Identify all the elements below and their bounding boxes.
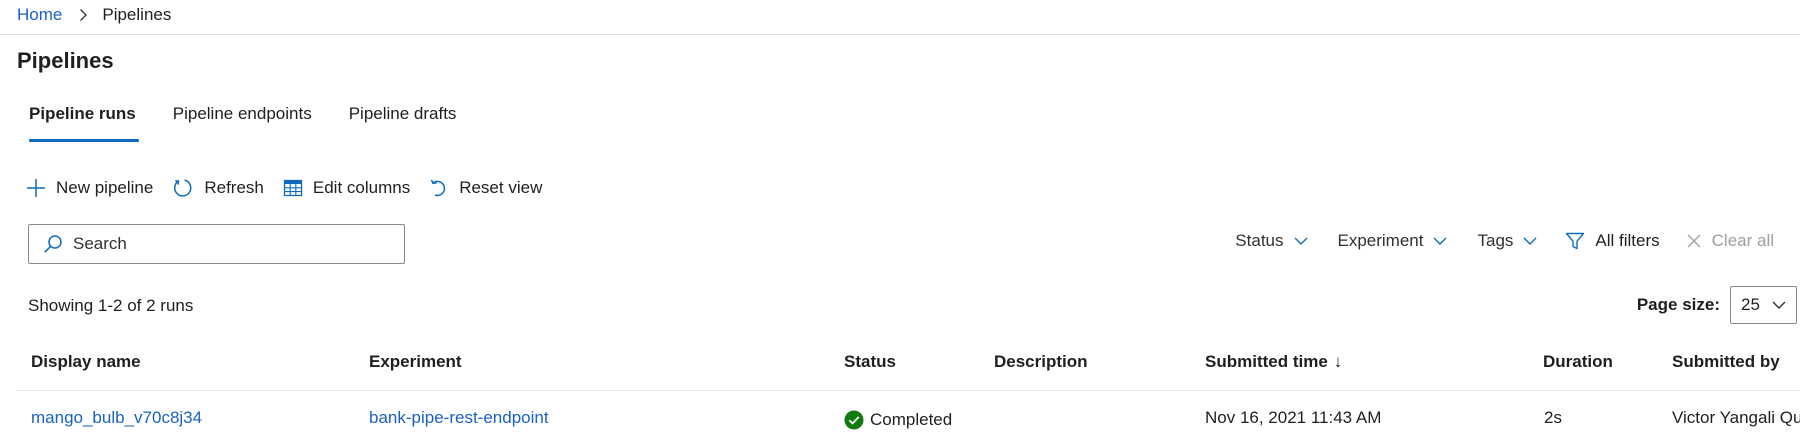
refresh-icon — [174, 179, 192, 197]
run-status-label: Completed — [870, 410, 953, 429]
success-check-icon — [844, 410, 864, 430]
edit-columns-button[interactable]: Edit columns — [283, 174, 410, 202]
column-header-submitted-by[interactable]: Submitted by — [1672, 352, 1780, 372]
search-input[interactable] — [73, 234, 373, 254]
chevron-down-icon — [1523, 237, 1537, 245]
page-size-label: Page size: — [1636, 295, 1720, 314]
status-filter-label: Status — [1235, 231, 1284, 250]
tab-pipeline-runs[interactable]: Pipeline runs — [29, 104, 139, 144]
undo-icon — [431, 179, 446, 197]
sort-descending-icon: ↓ — [1333, 352, 1343, 371]
run-submitted-time: Nov 16, 2021 11:43 AM — [1205, 408, 1382, 427]
new-pipeline-button[interactable]: New pipeline — [26, 174, 153, 202]
clear-all-button[interactable]: Clear all — [1686, 231, 1774, 251]
refresh-label: Refresh — [204, 178, 264, 197]
column-header-submitted-time[interactable]: Submitted time ↓ — [1205, 352, 1342, 372]
reset-view-button[interactable]: Reset view — [429, 174, 542, 202]
tab-pipeline-drafts[interactable]: Pipeline drafts — [349, 104, 457, 144]
tab-list: Pipeline runs Pipeline endpoints Pipelin… — [29, 104, 493, 144]
command-bar: New pipeline Refresh Edit columns Reset … — [26, 174, 561, 202]
experiment-filter-dropdown[interactable]: Experiment — [1338, 231, 1448, 251]
page-size-control: Page size: 25 — [1637, 286, 1797, 324]
run-display-name-link[interactable]: mango_bulb_v70c8j34 — [31, 408, 202, 428]
all-filters-button[interactable]: All filters — [1565, 231, 1660, 251]
run-submitted-by: Victor Yangali Qu — [1672, 408, 1800, 427]
breadcrumb-home-link[interactable]: Home — [17, 5, 62, 25]
results-count: Showing 1-2 of 2 runs — [28, 296, 194, 315]
tags-filter-label: Tags — [1477, 231, 1514, 250]
chevron-down-icon — [1433, 237, 1447, 245]
column-header-description[interactable]: Description — [994, 352, 1088, 372]
experiment-filter-label: Experiment — [1337, 231, 1424, 250]
page-size-value: 25 — [1741, 295, 1760, 314]
clear-all-label: Clear all — [1711, 231, 1774, 250]
chevron-down-icon — [1772, 301, 1786, 309]
filter-bar: Status Experiment Tags All filters Clear… — [1205, 231, 1774, 251]
page-title: Pipelines — [17, 48, 114, 73]
run-status: Completed — [844, 410, 952, 430]
page-size-dropdown[interactable]: 25 — [1730, 286, 1797, 324]
breadcrumb-current: Pipelines — [102, 5, 172, 24]
table-header: Display name Experiment Status Descripti… — [0, 352, 1800, 390]
new-pipeline-label: New pipeline — [56, 178, 154, 197]
search-icon — [44, 235, 62, 253]
tags-filter-dropdown[interactable]: Tags — [1477, 231, 1537, 251]
table-columns-icon — [283, 179, 303, 197]
reset-view-label: Reset view — [459, 178, 543, 197]
breadcrumb: Home Pipelines — [17, 4, 171, 26]
column-header-display-name[interactable]: Display name — [31, 352, 141, 372]
column-header-duration[interactable]: Duration — [1543, 352, 1613, 372]
chevron-right-icon — [78, 8, 88, 22]
column-header-status[interactable]: Status — [844, 352, 896, 372]
search-box — [28, 224, 405, 264]
all-filters-label: All filters — [1595, 231, 1660, 250]
filter-icon — [1566, 232, 1585, 250]
column-header-experiment[interactable]: Experiment — [369, 352, 462, 372]
table-row[interactable]: mango_bulb_v70c8j34 bank-pipe-rest-endpo… — [0, 404, 1800, 442]
status-filter-dropdown[interactable]: Status — [1235, 231, 1307, 251]
column-header-submitted-time-label: Submitted time — [1205, 352, 1328, 371]
top-divider — [0, 34, 1800, 35]
header-divider — [16, 390, 1800, 391]
refresh-button[interactable]: Refresh — [172, 174, 264, 202]
chevron-down-icon — [1294, 237, 1307, 245]
plus-icon — [27, 179, 45, 197]
edit-columns-label: Edit columns — [312, 178, 411, 197]
run-duration: 2s — [1544, 408, 1562, 427]
close-icon — [1687, 234, 1701, 248]
run-experiment-link[interactable]: bank-pipe-rest-endpoint — [369, 408, 549, 428]
tab-pipeline-endpoints[interactable]: Pipeline endpoints — [173, 104, 312, 144]
